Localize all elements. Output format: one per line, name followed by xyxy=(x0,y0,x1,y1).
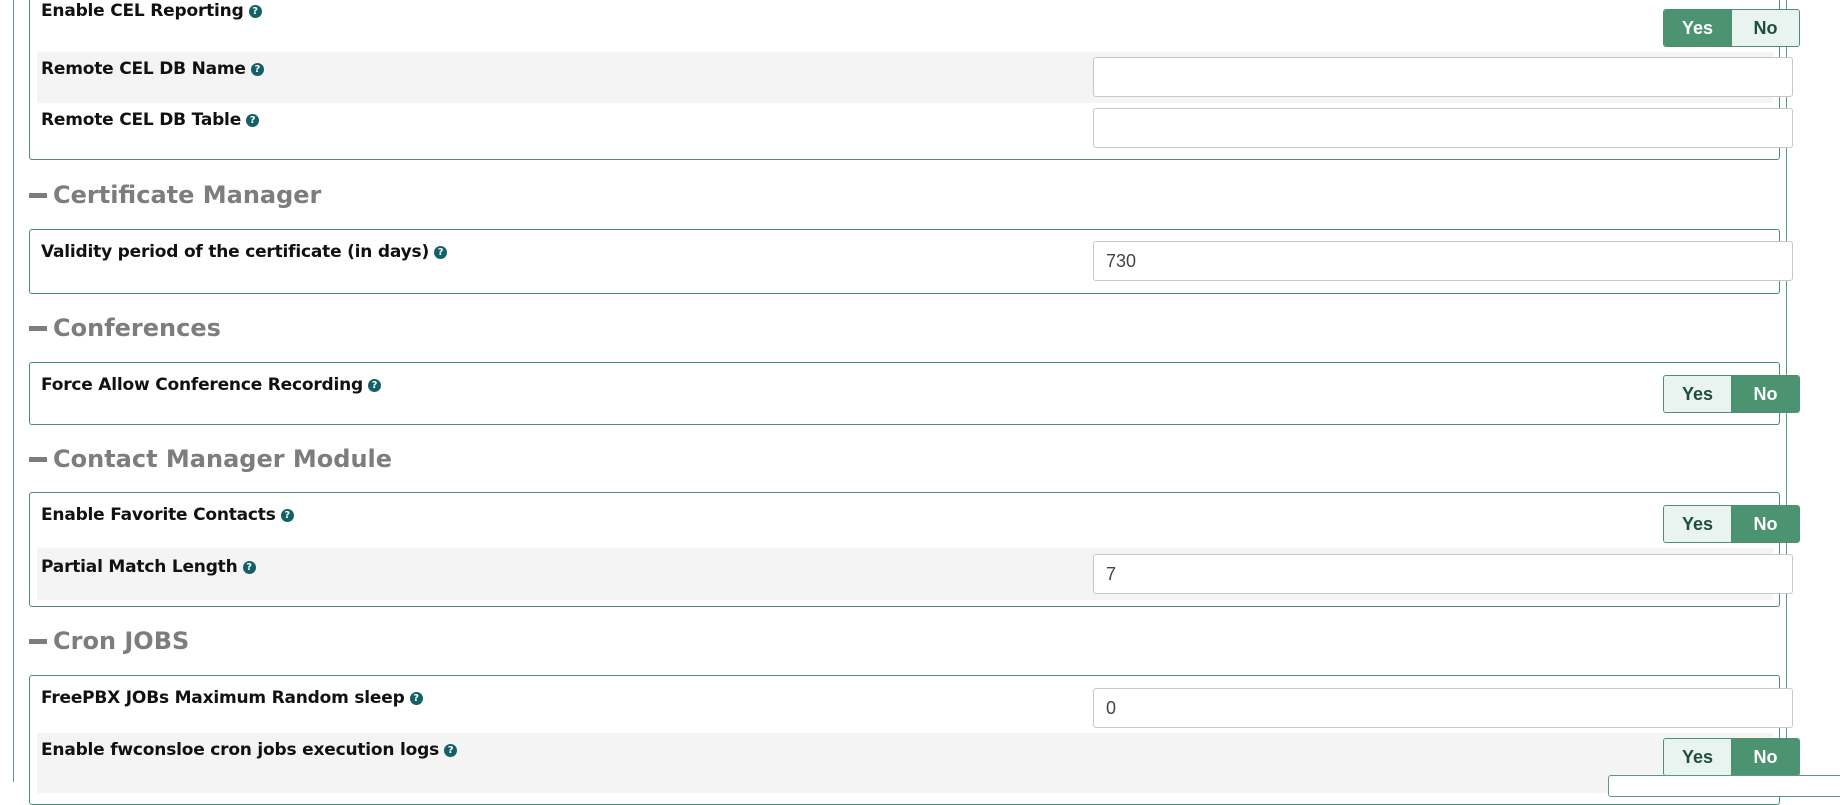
enable-favorite-contacts-toggle: Yes No xyxy=(1663,505,1800,543)
setting-row-execution-logs: Enable fwconsloe cron jobs execution log… xyxy=(37,733,1773,793)
section-header-certificate-manager[interactable]: Certificate Manager xyxy=(29,181,321,209)
question-circle-icon[interactable]: ? xyxy=(250,62,264,76)
certificate-manager-panel: Validity period of the certificate (in d… xyxy=(29,229,1793,294)
setting-row-force-allow-recording: Force Allow Conference Recording ? xyxy=(37,363,1773,424)
page-frame-left-border xyxy=(13,0,14,782)
remote-cel-db-table-input[interactable] xyxy=(1093,108,1793,148)
yes-option[interactable]: Yes xyxy=(1664,739,1731,775)
remote-cel-db-name-input[interactable] xyxy=(1093,57,1793,97)
no-option[interactable]: No xyxy=(1731,10,1799,46)
partial-match-length-label: Partial Match Length xyxy=(41,557,238,577)
section-header-contact-manager[interactable]: Contact Manager Module xyxy=(29,445,392,473)
enable-favorite-contacts-label: Enable Favorite Contacts xyxy=(41,505,276,525)
contact-manager-panel: Enable Favorite Contacts ? Yes No Partia… xyxy=(29,492,1800,607)
floating-action-bar xyxy=(1608,775,1840,797)
section-header-cron-jobs[interactable]: Cron JOBS xyxy=(29,627,189,655)
setting-label: Remote CEL DB Table ? xyxy=(41,110,260,130)
setting-label: Partial Match Length ? xyxy=(41,557,256,577)
max-random-sleep-label: FreePBX JOBs Maximum Random sleep xyxy=(41,688,405,708)
question-circle-icon[interactable]: ? xyxy=(434,245,448,259)
minus-icon xyxy=(29,638,47,644)
max-random-sleep-input[interactable]: 0 xyxy=(1093,688,1793,728)
cron-jobs-panel: FreePBX JOBs Maximum Random sleep ? 0 En… xyxy=(29,675,1800,805)
minus-icon xyxy=(29,456,47,462)
setting-row-enable-favorite-contacts: Enable Favorite Contacts ? xyxy=(37,493,1773,548)
setting-label: Enable Favorite Contacts ? xyxy=(41,505,294,525)
enable-cel-reporting-label: Enable CEL Reporting xyxy=(41,1,244,21)
validity-period-label: Validity period of the certificate (in d… xyxy=(41,242,430,262)
question-circle-icon[interactable]: ? xyxy=(246,113,260,127)
yes-option[interactable]: Yes xyxy=(1664,376,1731,412)
setting-label: Remote CEL DB Name ? xyxy=(41,59,264,79)
setting-label: Enable fwconsloe cron jobs execution log… xyxy=(41,740,457,760)
section-title: Contact Manager Module xyxy=(53,445,393,473)
question-circle-icon[interactable]: ? xyxy=(444,743,457,757)
no-option[interactable]: No xyxy=(1731,739,1799,775)
section-title: Conferences xyxy=(53,314,221,342)
cel-settings-panel: Enable CEL Reporting ? Yes No Remote CEL… xyxy=(29,0,1800,160)
no-option[interactable]: No xyxy=(1731,506,1799,542)
setting-label: Force Allow Conference Recording ? xyxy=(41,375,381,395)
question-circle-icon[interactable]: ? xyxy=(242,560,256,574)
question-circle-icon[interactable]: ? xyxy=(367,378,381,392)
enable-cel-reporting-toggle: Yes No xyxy=(1663,9,1800,47)
yes-option[interactable]: Yes xyxy=(1664,10,1731,46)
conferences-panel: Force Allow Conference Recording ? Yes N… xyxy=(29,362,1800,425)
minus-icon xyxy=(29,192,47,198)
execution-logs-label: Enable fwconsloe cron jobs execution log… xyxy=(41,740,439,760)
execution-logs-toggle: Yes No xyxy=(1663,738,1800,776)
force-allow-recording-toggle: Yes No xyxy=(1663,375,1800,413)
setting-row-enable-cel-reporting: Enable CEL Reporting ? xyxy=(37,1,1773,41)
yes-option[interactable]: Yes xyxy=(1664,506,1731,542)
section-title: Cron JOBS xyxy=(53,627,190,655)
question-circle-icon[interactable]: ? xyxy=(248,4,262,18)
section-header-conferences[interactable]: Conferences xyxy=(29,314,221,342)
partial-match-length-input[interactable]: 7 xyxy=(1093,554,1793,594)
force-allow-recording-label: Force Allow Conference Recording xyxy=(41,375,363,395)
question-circle-icon[interactable]: ? xyxy=(280,508,294,522)
no-option[interactable]: No xyxy=(1731,376,1799,412)
setting-label: Validity period of the certificate (in d… xyxy=(41,242,448,262)
section-title: Certificate Manager xyxy=(53,181,322,209)
setting-label: FreePBX JOBs Maximum Random sleep ? xyxy=(41,688,423,708)
validity-period-input[interactable]: 730 xyxy=(1093,241,1793,281)
remote-cel-db-name-label: Remote CEL DB Name xyxy=(41,59,246,79)
remote-cel-db-table-label: Remote CEL DB Table xyxy=(41,110,242,130)
setting-label: Enable CEL Reporting ? xyxy=(41,1,262,21)
question-circle-icon[interactable]: ? xyxy=(409,691,423,705)
minus-icon xyxy=(29,325,47,331)
